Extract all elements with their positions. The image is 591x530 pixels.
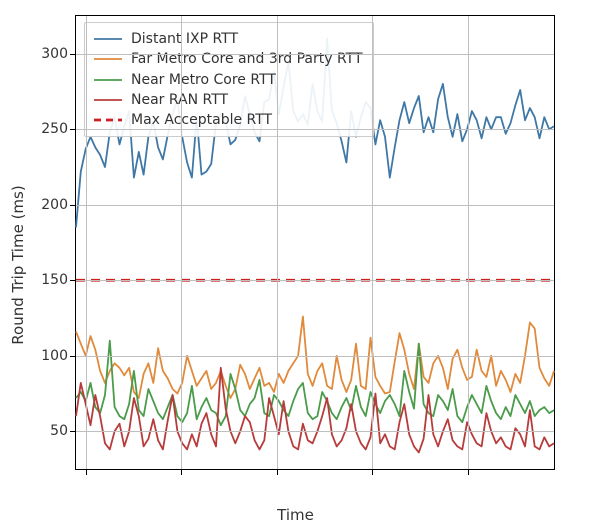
gridline-v bbox=[372, 16, 373, 469]
gridline-h bbox=[76, 129, 554, 130]
y-axis-label: Round Trip Time (ms) bbox=[9, 185, 27, 344]
legend-label: Near RAN RTT bbox=[131, 90, 228, 110]
gridline-h bbox=[76, 356, 554, 357]
legend-entry: Near Metro Core RTT bbox=[93, 70, 363, 90]
gridline-v bbox=[181, 16, 182, 469]
tick-mark-x bbox=[181, 469, 182, 475]
tick-label-y: 100 bbox=[41, 348, 68, 364]
tick-label-y: 50 bbox=[50, 423, 68, 439]
legend-entry: Far Metro Core and 3rd Party RTT bbox=[93, 49, 363, 69]
tick-mark-y bbox=[70, 356, 76, 357]
tick-label-y: 300 bbox=[41, 46, 68, 62]
tick-mark-y bbox=[70, 54, 76, 55]
tick-mark-x bbox=[86, 469, 87, 475]
legend-label: Near Metro Core RTT bbox=[131, 70, 276, 90]
gridline-h bbox=[76, 54, 554, 55]
tick-mark-x bbox=[468, 469, 469, 475]
gridline-h bbox=[76, 205, 554, 206]
legend-entry: Max Acceptable RTT bbox=[93, 110, 363, 130]
tick-mark-x bbox=[277, 469, 278, 475]
plot-area: Distant IXP RTTFar Metro Core and 3rd Pa… bbox=[75, 15, 555, 470]
figure: Round Trip Time (ms) Time Distant IXP RT… bbox=[0, 0, 591, 530]
series-line bbox=[76, 317, 554, 399]
legend-entry: Distant IXP RTT bbox=[93, 29, 363, 49]
tick-label-y: 200 bbox=[41, 197, 68, 213]
tick-label-y: 150 bbox=[41, 272, 68, 288]
legend-swatch bbox=[93, 93, 123, 107]
legend-label: Far Metro Core and 3rd Party RTT bbox=[131, 49, 363, 69]
legend-entry: Near RAN RTT bbox=[93, 90, 363, 110]
gridline-v bbox=[468, 16, 469, 469]
gridline-v bbox=[86, 16, 87, 469]
gridline-v bbox=[277, 16, 278, 469]
legend-swatch bbox=[93, 113, 123, 127]
legend-swatch bbox=[93, 73, 123, 87]
tick-mark-y bbox=[70, 280, 76, 281]
legend-label: Distant IXP RTT bbox=[131, 29, 238, 49]
gridline-h bbox=[76, 431, 554, 432]
tick-mark-y bbox=[70, 129, 76, 130]
series-line bbox=[76, 341, 554, 426]
gridline-h bbox=[76, 280, 554, 281]
legend-label: Max Acceptable RTT bbox=[131, 110, 272, 130]
x-axis-label: Time bbox=[277, 506, 314, 524]
legend: Distant IXP RTTFar Metro Core and 3rd Pa… bbox=[84, 22, 374, 137]
legend-swatch bbox=[93, 32, 123, 46]
tick-mark-y bbox=[70, 205, 76, 206]
tick-mark-y bbox=[70, 431, 76, 432]
tick-mark-x bbox=[372, 469, 373, 475]
tick-label-y: 250 bbox=[41, 121, 68, 137]
